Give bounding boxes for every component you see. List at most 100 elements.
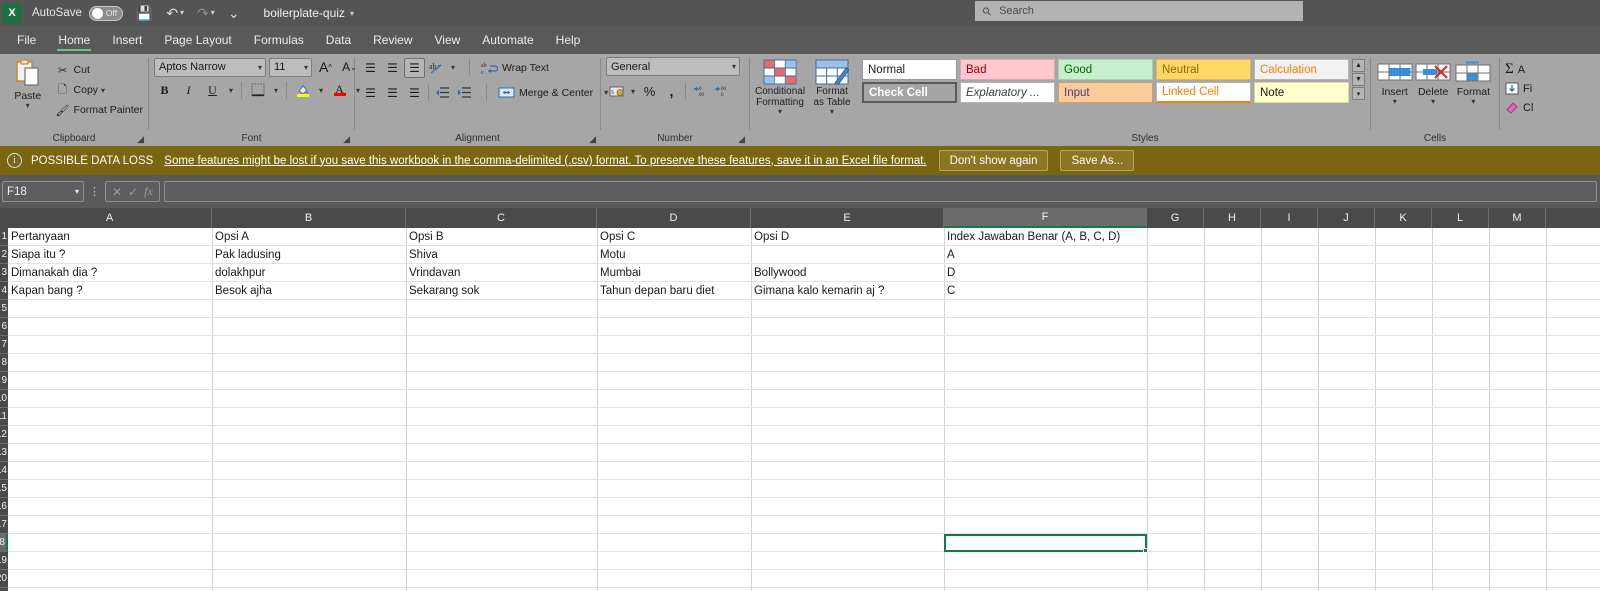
row-header-13[interactable]: 13 [0,444,8,462]
conditional-formatting-chevron-down-icon[interactable]: ▾ [778,108,782,116]
row-header-18[interactable]: 18 [0,534,8,552]
tab-formulas[interactable]: Formulas [243,29,315,52]
underline-chevron-down-icon[interactable]: ▾ [226,86,236,95]
cell-A3[interactable]: Dimanakah dia ? [8,264,212,282]
row-header-4[interactable]: 4 [0,282,8,300]
tab-page-layout[interactable]: Page Layout [153,29,242,52]
row-header-5[interactable]: 5 [0,300,8,318]
insert-chevron-down-icon[interactable]: ▾ [1393,98,1397,106]
copy-chevron-down-icon[interactable]: ▾ [98,86,108,95]
copy-button[interactable]: 🗋 Copy ▾ [55,80,143,100]
autosum-button[interactable]: Σ A [1505,60,1525,79]
cell-A1[interactable]: Pertanyaan [8,228,212,246]
format-as-table-chevron-down-icon[interactable]: ▾ [830,108,834,116]
column-header-a[interactable]: A [8,208,212,228]
fill-button[interactable]: Fi [1505,79,1532,98]
column-header-f[interactable]: F [944,208,1147,228]
increase-decimal-button[interactable]: 00 0 [711,81,732,101]
align-left-button[interactable]: ☰ [360,83,381,103]
bold-button[interactable]: B [154,80,175,100]
cell-D1[interactable]: Opsi C [597,228,751,246]
row-header-12[interactable]: 12 [0,426,8,444]
fill-color-chevron-down-icon[interactable]: ▾ [316,86,326,95]
column-header-d[interactable]: D [597,208,751,228]
align-right-button[interactable]: ☰ [404,83,425,103]
style-good[interactable]: Good [1058,59,1153,80]
message-bar-text[interactable]: Some features might be lost if you save … [164,155,926,167]
cell-F3[interactable]: D [944,264,1147,282]
row-header-16[interactable]: 16 [0,498,8,516]
row-header-7[interactable]: 7 [0,336,8,354]
row-header-17[interactable]: 17 [0,516,8,534]
tab-file[interactable]: File [6,29,47,52]
name-box-chevron-down-icon[interactable]: ▾ [75,187,79,196]
align-top-button[interactable]: ☰ [360,58,381,78]
increase-indent-button[interactable] [454,83,475,103]
cell-F4[interactable]: C [944,282,1147,300]
font-color-button[interactable]: A [329,80,350,100]
cell-F1[interactable]: Index Jawaban Benar (A, B, C, D) [944,228,1147,246]
column-header-k[interactable]: K [1375,208,1432,228]
cell-B1[interactable]: Opsi A [212,228,406,246]
cell-E1[interactable]: Opsi D [751,228,944,246]
column-header-g[interactable]: G [1147,208,1204,228]
document-title[interactable]: boilerplate-quiz [264,6,345,20]
cell-F2[interactable]: A [944,246,1147,264]
paste-button[interactable]: Paste ▾ [5,57,51,110]
italic-button[interactable]: I [178,80,199,100]
tab-home[interactable]: Home [47,29,101,52]
increase-font-size-button[interactable]: A ^ [315,57,336,77]
document-title-chevron-down-icon[interactable]: ▾ [350,9,354,18]
tab-view[interactable]: View [424,29,472,52]
row-header-15[interactable]: 15 [0,480,8,498]
font-name-chevron-down-icon[interactable]: ▾ [258,63,262,72]
cell-C1[interactable]: Opsi B [406,228,597,246]
formula-bar-handle[interactable]: ⋮ [89,185,100,198]
clipboard-dialog-launcher-icon[interactable]: ◢ [137,134,144,145]
redo-icon[interactable]: ↷ ▾ [197,6,215,20]
number-format-combo[interactable]: General ▾ [606,57,740,76]
conditional-formatting-button[interactable]: Conditional Formatting ▾ [755,57,805,116]
formula-input[interactable] [163,181,1597,202]
percent-style-button[interactable]: % [639,81,660,101]
row-header-1[interactable]: 1 [0,228,8,246]
cell-C2[interactable]: Shiva [406,246,597,264]
style-explanatory[interactable]: Explanatory ... [960,82,1055,103]
name-box[interactable]: F18 ▾ [2,181,84,202]
number-format-chevron-down-icon[interactable]: ▾ [732,62,736,71]
fill-color-button[interactable] [292,80,313,100]
paste-chevron-down-icon[interactable]: ▾ [26,102,30,110]
cell-A2[interactable]: Siapa itu ? [8,246,212,264]
cell-D2[interactable]: Motu [597,246,751,264]
sheet-cells[interactable]: Pertanyaan Opsi A Opsi B Opsi C Opsi D Index … [8,228,1600,591]
cancel-icon[interactable]: ✕ [112,185,122,199]
style-bad[interactable]: Bad [960,59,1055,80]
autosave-toggle[interactable]: Off [88,5,123,21]
cell-D4[interactable]: Tahun depan baru diet [597,282,751,300]
customize-quick-access-icon[interactable]: ⌄ [228,6,240,20]
font-name-combo[interactable]: Aptos Narrow ▾ [154,57,266,77]
row-header-11[interactable]: 11 [0,408,8,426]
save-icon[interactable]: 💾 [136,6,153,20]
decrease-indent-button[interactable] [432,83,453,103]
row-header-10[interactable]: 10 [0,390,8,408]
tab-help[interactable]: Help [545,29,592,52]
row-header-20[interactable]: 20 [0,570,8,588]
row-header-19[interactable]: 19 [0,552,8,570]
format-painter-button[interactable]: 🖌 Format Painter [55,100,143,120]
format-cells-button[interactable]: Format ▾ [1453,59,1494,106]
row-header-14[interactable]: 14 [0,462,8,480]
accounting-format-button[interactable]: $ [606,81,627,101]
insert-function-icon[interactable]: fx [144,184,153,199]
cell-B3[interactable]: dolakhpur [212,264,406,282]
style-check-cell[interactable]: Check Cell [862,82,957,103]
undo-icon[interactable]: ↶ ▾ [166,6,184,20]
accounting-chevron-down-icon[interactable]: ▾ [628,87,638,96]
row-header-2[interactable]: 2 [0,246,8,264]
cut-button[interactable]: ✂ Cut [55,60,143,80]
search-input[interactable]: ⚲ Search [975,1,1303,21]
cell-C3[interactable]: Vrindavan [406,264,597,282]
dont-show-again-button[interactable]: Don't show again [938,150,1049,171]
save-as-button[interactable]: Save As... [1060,150,1135,171]
delete-chevron-down-icon[interactable]: ▾ [1431,98,1435,106]
